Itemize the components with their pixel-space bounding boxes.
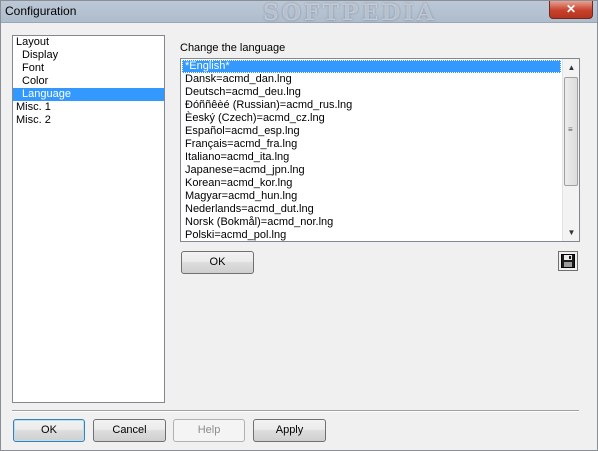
language-list-item[interactable]: Korean=acmd_kor.lng	[182, 177, 561, 190]
cancel-button[interactable]: Cancel	[93, 419, 166, 442]
save-language-button[interactable]	[558, 251, 578, 271]
language-list-item[interactable]: Deutsch=acmd_deu.lng	[182, 86, 561, 99]
language-list-item[interactable]: Français=acmd_fra.lng	[182, 138, 561, 151]
configuration-window: SOFTPEDIA Configuration ✕ Layout Display F…	[0, 0, 598, 451]
scroll-down-arrow-icon[interactable]: ▼	[563, 224, 579, 241]
close-icon: ✕	[565, 2, 577, 16]
language-list-item[interactable]: Nederlands=acmd_dut.lng	[182, 203, 561, 216]
footer-separator	[12, 410, 579, 412]
close-button[interactable]: ✕	[549, 1, 593, 19]
tree-item-display[interactable]: Display	[13, 49, 164, 62]
scroll-up-arrow-icon[interactable]: ▲	[563, 59, 579, 76]
scroll-thumb[interactable]: ≡	[564, 77, 578, 186]
title-bar[interactable]: SOFTPEDIA Configuration ✕	[1, 0, 597, 26]
tree-item-layout[interactable]: Layout	[13, 36, 164, 49]
language-list-scrollbar[interactable]: ▲ ≡ ▼	[562, 59, 579, 241]
tree-item-misc-2[interactable]: Misc. 2	[13, 114, 164, 127]
language-list-item[interactable]: Norsk (Bokmål)=acmd_nor.lng	[182, 216, 561, 229]
ok-button[interactable]: OK	[13, 419, 85, 442]
change-language-label: Change the language	[180, 42, 286, 54]
language-list-item[interactable]: Dansk=acmd_dan.lng	[182, 73, 561, 86]
settings-tree[interactable]: Layout Display Font Color Language Misc. 1 Mis…	[12, 35, 165, 403]
language-list-item[interactable]: *English*	[182, 60, 561, 73]
language-list-item[interactable]: Èeský (Czech)=acmd_cz.lng	[182, 112, 561, 125]
tree-item-color[interactable]: Color	[13, 75, 164, 88]
language-ok-button[interactable]: OK	[181, 251, 254, 274]
language-list-item[interactable]: Italiano=acmd_ita.lng	[182, 151, 561, 164]
language-list-item[interactable]: Japanese=acmd_jpn.lng	[182, 164, 561, 177]
softpedia-watermark: SOFTPEDIA	[263, 0, 437, 26]
tree-item-language[interactable]: Language	[13, 88, 164, 101]
scroll-grip-icon: ≡	[568, 125, 573, 134]
apply-button[interactable]: Apply	[253, 419, 326, 442]
help-button[interactable]: Help	[173, 419, 245, 442]
language-list-item[interactable]: Magyar=acmd_hun.lng	[182, 190, 561, 203]
window-title: Configuration	[5, 4, 77, 18]
tree-item-font[interactable]: Font	[13, 62, 164, 75]
language-list-item[interactable]: Đóññêèé (Russian)=acmd_rus.lng	[182, 99, 561, 112]
tree-item-misc-1[interactable]: Misc. 1	[13, 101, 164, 114]
language-list-item[interactable]: Español=acmd_esp.lng	[182, 125, 561, 138]
floppy-disk-icon	[561, 254, 575, 268]
language-list[interactable]: *English* Dansk=acmd_dan.lng Deutsch=acmd_…	[180, 58, 580, 242]
language-list-item[interactable]: Polski=acmd_pol.lng	[182, 229, 561, 241]
